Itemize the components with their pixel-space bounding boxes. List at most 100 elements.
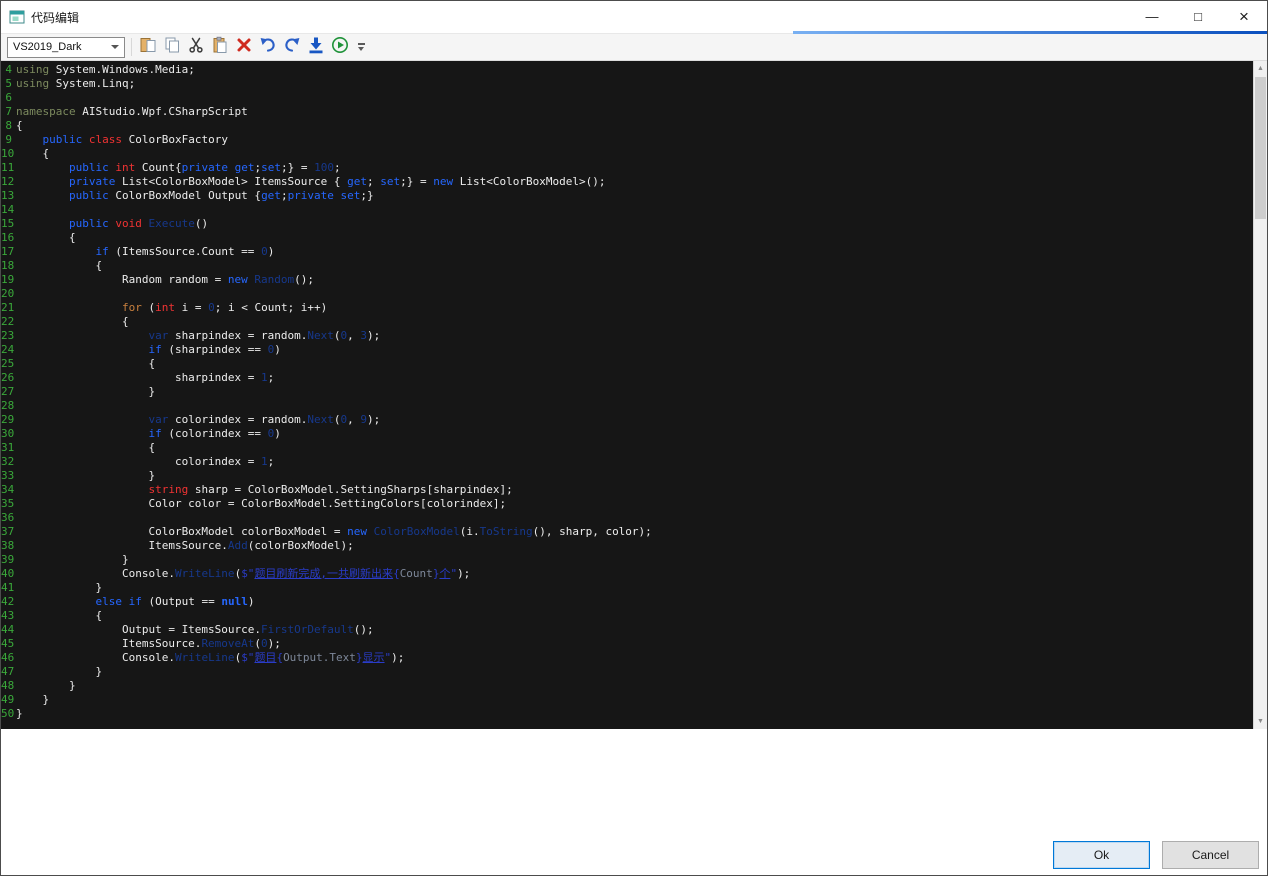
code-line[interactable]: 16 { — [1, 231, 1253, 245]
line-number: 22 — [1, 315, 16, 329]
save-button[interactable] — [304, 35, 328, 59]
redo-button[interactable] — [280, 35, 304, 59]
titlebar[interactable]: 代码编辑 — □ × — [1, 1, 1267, 33]
code-line[interactable]: 20 — [1, 287, 1253, 301]
ok-button[interactable]: Ok — [1053, 841, 1150, 869]
cancel-button[interactable]: Cancel — [1162, 841, 1259, 869]
code-line[interactable]: 40 Console.WriteLine($"题目刷新完成,一共刷新出来{Cou… — [1, 567, 1253, 581]
line-number: 45 — [1, 637, 16, 651]
line-number: 21 — [1, 301, 16, 315]
code-line[interactable]: 12 private List<ColorBoxModel> ItemsSour… — [1, 175, 1253, 189]
toolbar-overflow-icon — [358, 43, 365, 45]
code-line[interactable]: 31 { — [1, 441, 1253, 455]
line-text: public void Execute() — [16, 217, 208, 231]
code-lines[interactable]: 4using System.Windows.Media;5using Syste… — [1, 63, 1253, 729]
minimize-button[interactable]: — — [1129, 1, 1175, 32]
code-line[interactable]: 46 Console.WriteLine($"题目{Output.Text}显示… — [1, 651, 1253, 665]
code-line[interactable]: 42 else if (Output == null) — [1, 595, 1253, 609]
code-line[interactable]: 25 { — [1, 357, 1253, 371]
code-line[interactable]: 47 } — [1, 665, 1253, 679]
line-text: Color color = ColorBoxModel.SettingColor… — [16, 497, 506, 511]
line-number: 4 — [1, 63, 16, 77]
line-text: private List<ColorBoxModel> ItemsSource … — [16, 175, 605, 189]
paste-button[interactable] — [208, 35, 232, 59]
code-line[interactable]: 45 ItemsSource.RemoveAt(0); — [1, 637, 1253, 651]
vertical-scrollbar[interactable]: ▲ ▼ — [1253, 61, 1267, 729]
code-line[interactable]: 11 public int Count{private get;set;} = … — [1, 161, 1253, 175]
line-number: 20 — [1, 287, 16, 301]
code-line[interactable]: 9 public class ColorBoxFactory — [1, 133, 1253, 147]
line-number: 7 — [1, 105, 16, 119]
code-line[interactable]: 10 { — [1, 147, 1253, 161]
code-line[interactable]: 28 — [1, 399, 1253, 413]
line-number: 16 — [1, 231, 16, 245]
code-line[interactable]: 48 } — [1, 679, 1253, 693]
line-number: 15 — [1, 217, 16, 231]
code-line[interactable]: 37 ColorBoxModel colorBoxModel = new Col… — [1, 525, 1253, 539]
code-line[interactable]: 50} — [1, 707, 1253, 721]
maximize-button[interactable]: □ — [1175, 1, 1221, 32]
run-icon — [331, 36, 349, 59]
scroll-up-arrow[interactable]: ▲ — [1254, 61, 1267, 76]
line-text: using System.Windows.Media; — [16, 63, 195, 77]
copy-button[interactable] — [160, 35, 184, 59]
line-number: 40 — [1, 567, 16, 581]
code-line[interactable]: 33 } — [1, 469, 1253, 483]
code-line[interactable]: 15 public void Execute() — [1, 217, 1253, 231]
code-line[interactable]: 38 ItemsSource.Add(colorBoxModel); — [1, 539, 1253, 553]
line-number: 11 — [1, 161, 16, 175]
code-line[interactable]: 19 Random random = new Random(); — [1, 273, 1253, 287]
code-editor[interactable]: 4using System.Windows.Media;5using Syste… — [1, 61, 1267, 729]
paste-board-button[interactable] — [136, 35, 160, 59]
code-line[interactable]: 23 var sharpindex = random.Next(0, 3); — [1, 329, 1253, 343]
code-line[interactable]: 35 Color color = ColorBoxModel.SettingCo… — [1, 497, 1253, 511]
code-line[interactable]: 49 } — [1, 693, 1253, 707]
code-line[interactable]: 24 if (sharpindex == 0) — [1, 343, 1253, 357]
chevron-down-icon — [111, 45, 119, 49]
code-line[interactable]: 30 if (colorindex == 0) — [1, 427, 1253, 441]
code-line[interactable]: 21 for (int i = 0; i < Count; i++) — [1, 301, 1253, 315]
line-number: 34 — [1, 483, 16, 497]
line-text: colorindex = 1; — [16, 455, 274, 469]
code-line[interactable]: 5using System.Linq; — [1, 77, 1253, 91]
code-line[interactable]: 17 if (ItemsSource.Count == 0) — [1, 245, 1253, 259]
code-line[interactable]: 43 { — [1, 609, 1253, 623]
code-line[interactable]: 32 colorindex = 1; — [1, 455, 1253, 469]
code-line[interactable]: 36 — [1, 511, 1253, 525]
line-text: var colorindex = random.Next(0, 9); — [16, 413, 380, 427]
code-line[interactable]: 8{ — [1, 119, 1253, 133]
line-text: public int Count{private get;set;} = 100… — [16, 161, 341, 175]
line-text: if (sharpindex == 0) — [16, 343, 281, 357]
line-text: if (ItemsSource.Count == 0) — [16, 245, 274, 259]
code-line[interactable]: 44 Output = ItemsSource.FirstOrDefault()… — [1, 623, 1253, 637]
code-line[interactable]: 14 — [1, 203, 1253, 217]
code-line[interactable]: 4using System.Windows.Media; — [1, 63, 1253, 77]
dialog-footer: Ok Cancel — [1, 729, 1267, 875]
theme-select[interactable]: VS2019_Dark — [7, 37, 125, 58]
line-text: ItemsSource.Add(colorBoxModel); — [16, 539, 354, 553]
code-edit-dialog: 代码编辑 — □ × VS2019_Dark — [0, 0, 1268, 876]
scrollbar-thumb[interactable] — [1255, 77, 1266, 219]
code-line[interactable]: 6 — [1, 91, 1253, 105]
code-line[interactable]: 27 } — [1, 385, 1253, 399]
line-text: } — [16, 707, 23, 721]
code-line[interactable]: 34 string sharp = ColorBoxModel.SettingS… — [1, 483, 1253, 497]
code-line[interactable]: 7namespace AIStudio.Wpf.CSharpScript — [1, 105, 1253, 119]
line-text: { — [16, 259, 102, 273]
undo-button[interactable] — [256, 35, 280, 59]
line-text: } — [16, 469, 155, 483]
close-button[interactable]: × — [1221, 1, 1267, 32]
code-line[interactable]: 39 } — [1, 553, 1253, 567]
code-line[interactable]: 13 public ColorBoxModel Output {get;priv… — [1, 189, 1253, 203]
cut-button[interactable] — [184, 35, 208, 59]
line-text: Console.WriteLine($"题目刷新完成,一共刷新出来{Count}… — [16, 567, 470, 581]
code-line[interactable]: 26 sharpindex = 1; — [1, 371, 1253, 385]
toolbar-overflow-button[interactable] — [354, 35, 368, 59]
code-line[interactable]: 18 { — [1, 259, 1253, 273]
delete-button[interactable] — [232, 35, 256, 59]
scroll-down-arrow[interactable]: ▼ — [1254, 714, 1267, 729]
code-line[interactable]: 29 var colorindex = random.Next(0, 9); — [1, 413, 1253, 427]
code-line[interactable]: 22 { — [1, 315, 1253, 329]
run-button[interactable] — [328, 35, 352, 59]
code-line[interactable]: 41 } — [1, 581, 1253, 595]
